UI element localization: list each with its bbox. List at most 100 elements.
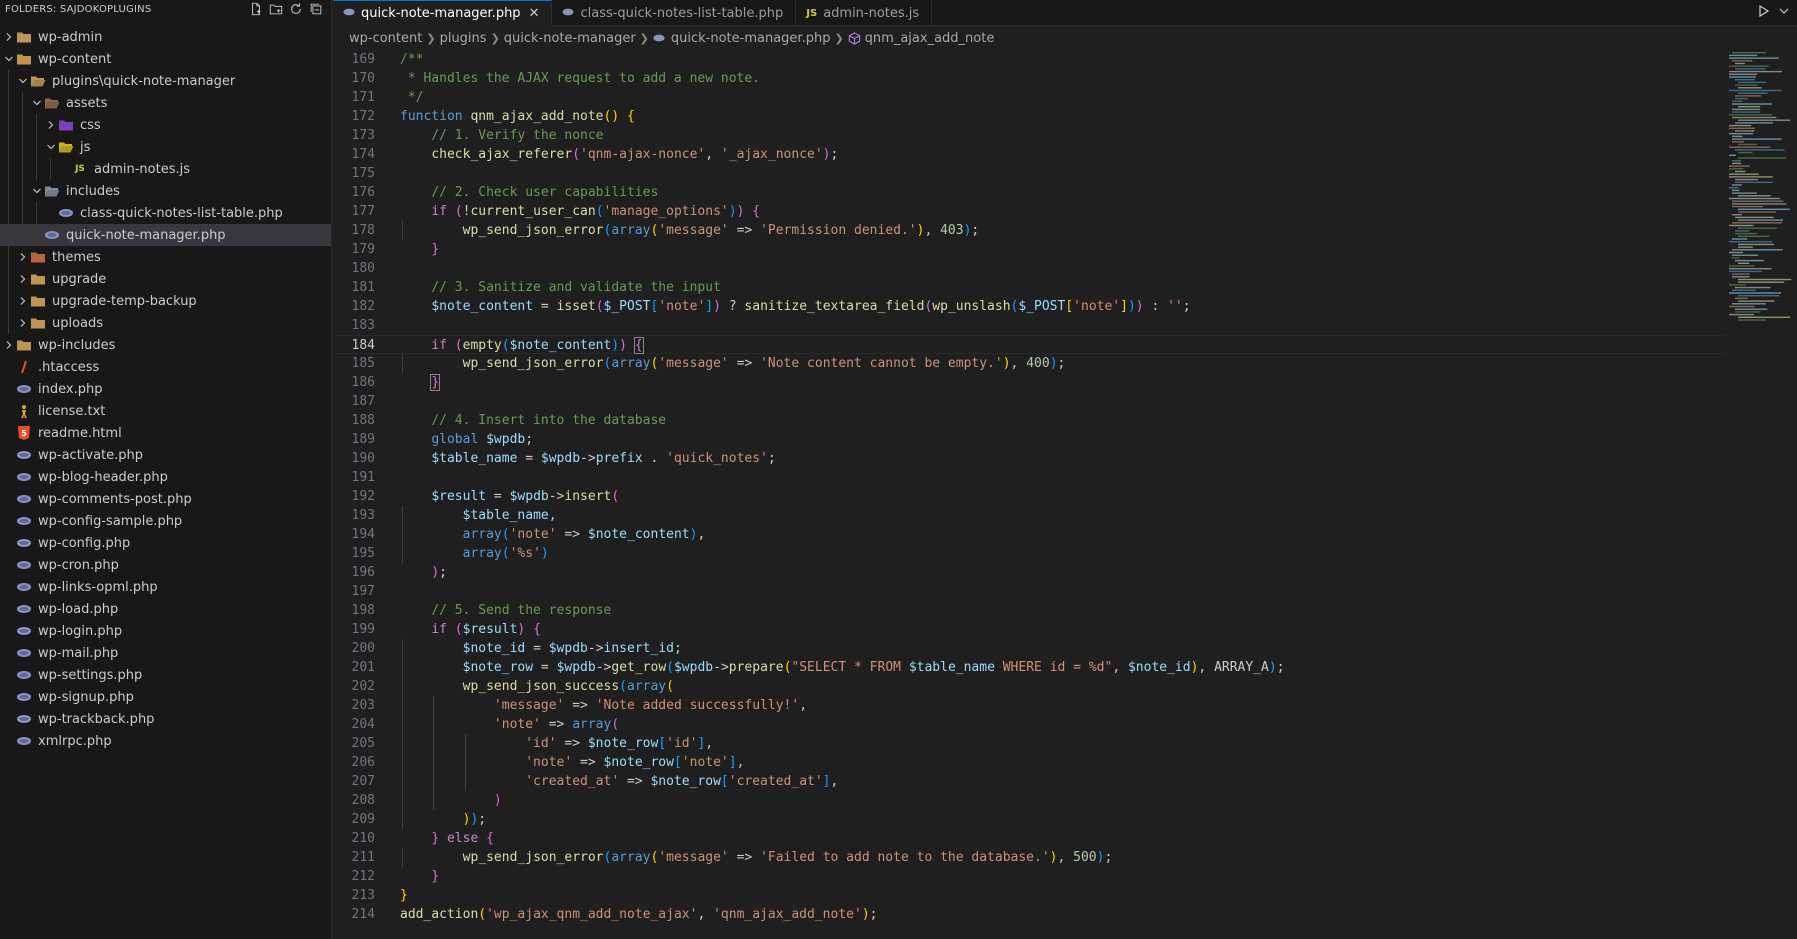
code-line[interactable]: 214 add_action('wp_ajax_qnm_add_note_ajax… <box>333 905 1725 924</box>
code-line[interactable]: 209 )); <box>333 810 1725 829</box>
tree-folder[interactable]: css <box>0 114 331 136</box>
tree-folder[interactable]: js <box>0 136 331 158</box>
chevron-right-icon[interactable] <box>44 118 58 132</box>
code-line[interactable]: 212 } <box>333 867 1725 886</box>
chevron-down-icon[interactable] <box>30 96 44 110</box>
tree-folder[interactable]: plugins\quick-note-manager <box>0 70 331 92</box>
code-line[interactable]: 213} <box>333 886 1725 905</box>
code-line[interactable]: 210 } else { <box>333 829 1725 848</box>
code-line[interactable]: 184 if (empty($note_content)) { <box>333 335 1725 354</box>
code-line[interactable]: 182 $note_content = isset($_POST['note']… <box>333 297 1725 316</box>
new-folder-icon[interactable] <box>267 0 285 18</box>
code-line[interactable]: 180 <box>333 259 1725 278</box>
tree-file[interactable]: xmlrpc.php <box>0 730 331 752</box>
code-line[interactable]: 174 check_ajax_referer('qnm-ajax-nonce',… <box>333 145 1725 164</box>
new-file-icon[interactable] <box>247 0 265 18</box>
code-line[interactable]: 178 wp_send_json_error(array('message' =… <box>333 221 1725 240</box>
tree-file[interactable]: quick-note-manager.php <box>0 224 331 246</box>
code-line[interactable]: 176 // 2. Check user capabilities <box>333 183 1725 202</box>
tree-folder[interactable]: upgrade-temp-backup <box>0 290 331 312</box>
tree-file[interactable]: index.php <box>0 378 331 400</box>
code-line[interactable]: 195 array('%s') <box>333 544 1725 563</box>
code-line[interactable]: 203 'message' => 'Note added successfull… <box>333 696 1725 715</box>
code-line[interactable]: 175 <box>333 164 1725 183</box>
chevron-right-icon[interactable] <box>16 272 30 286</box>
code-line[interactable]: 170 * Handles the AJAX request to add a … <box>333 69 1725 88</box>
breadcrumb-item[interactable]: plugins <box>440 31 487 46</box>
code-line[interactable]: 196 ); <box>333 563 1725 582</box>
code-line[interactable]: 187 <box>333 392 1725 411</box>
tree-file[interactable]: wp-load.php <box>0 598 331 620</box>
code-line[interactable]: 177 if (!current_user_can('manage_option… <box>333 202 1725 221</box>
tree-file[interactable]: wp-trackback.php <box>0 708 331 730</box>
breadcrumb-item[interactable]: quick-note-manager <box>504 31 636 46</box>
code-line[interactable]: 185 wp_send_json_error(array('message' =… <box>333 354 1725 373</box>
tree-file[interactable]: 5 readme.html <box>0 422 331 444</box>
code-line[interactable]: 211 wp_send_json_error(array('message' =… <box>333 848 1725 867</box>
code-editor[interactable]: 169 /** 170 * Handles the AJAX request to … <box>333 50 1725 939</box>
code-line[interactable]: 169 /** <box>333 50 1725 69</box>
tree-file[interactable]: wp-comments-post.php <box>0 488 331 510</box>
code-line[interactable]: 197 <box>333 582 1725 601</box>
tree-file[interactable]: JS admin-notes.js <box>0 158 331 180</box>
tree-file[interactable]: wp-links-opml.php <box>0 576 331 598</box>
tree-folder[interactable]: wp-admin <box>0 26 331 48</box>
tree-file[interactable]: wp-signup.php <box>0 686 331 708</box>
code-line[interactable]: 193 $table_name, <box>333 506 1725 525</box>
tree-file[interactable]: class-quick-notes-list-table.php <box>0 202 331 224</box>
tree-folder[interactable]: uploads <box>0 312 331 334</box>
tree-file[interactable]: wp-cron.php <box>0 554 331 576</box>
tree-file[interactable]: .htaccess <box>0 356 331 378</box>
tree-file[interactable]: wp-settings.php <box>0 664 331 686</box>
tree-file[interactable]: wp-activate.php <box>0 444 331 466</box>
code-line[interactable]: 188 // 4. Insert into the database <box>333 411 1725 430</box>
tree-folder[interactable]: wp-includes <box>0 334 331 356</box>
chevron-down-icon[interactable] <box>1779 4 1789 21</box>
code-line[interactable]: 202 wp_send_json_success(array( <box>333 677 1725 696</box>
tree-file[interactable]: wp-mail.php <box>0 642 331 664</box>
collapse-all-icon[interactable] <box>307 0 325 18</box>
code-line[interactable]: 171 */ <box>333 88 1725 107</box>
tree-file[interactable]: wp-blog-header.php <box>0 466 331 488</box>
code-line[interactable]: 173 // 1. Verify the nonce <box>333 126 1725 145</box>
tree-file[interactable]: wp-config-sample.php <box>0 510 331 532</box>
code-line[interactable]: 204 'note' => array( <box>333 715 1725 734</box>
run-icon[interactable] <box>1757 4 1771 21</box>
breadcrumb-item[interactable]: wp-content <box>349 31 422 46</box>
close-icon[interactable]: ✕ <box>529 6 540 21</box>
code-line[interactable]: 192 $result = $wpdb->insert( <box>333 487 1725 506</box>
code-line[interactable]: 190 $table_name = $wpdb->prefix . 'quick… <box>333 449 1725 468</box>
code-line[interactable]: 199 if ($result) { <box>333 620 1725 639</box>
tree-file[interactable]: license.txt <box>0 400 331 422</box>
code-line[interactable]: 172 function qnm_ajax_add_note() { <box>333 107 1725 126</box>
minimap[interactable] <box>1725 50 1797 939</box>
code-line[interactable]: 183 <box>333 316 1725 335</box>
chevron-right-icon[interactable] <box>2 30 16 44</box>
code-line[interactable]: 186 } <box>333 373 1725 392</box>
chevron-right-icon[interactable] <box>16 250 30 264</box>
code-line[interactable]: 198 // 5. Send the response <box>333 601 1725 620</box>
tab-quick-note-manager[interactable]: quick-note-manager.php ✕ <box>333 0 553 26</box>
tree-file[interactable]: wp-login.php <box>0 620 331 642</box>
tree-folder[interactable]: assets <box>0 92 331 114</box>
code-line[interactable]: 189 global $wpdb; <box>333 430 1725 449</box>
code-line[interactable]: 200 $note_id = $wpdb->insert_id; <box>333 639 1725 658</box>
chevron-right-icon[interactable] <box>2 338 16 352</box>
tree-file[interactable]: wp-config.php <box>0 532 331 554</box>
chevron-right-icon[interactable] <box>16 316 30 330</box>
tree-folder[interactable]: themes <box>0 246 331 268</box>
code-line[interactable]: 191 <box>333 468 1725 487</box>
chevron-down-icon[interactable] <box>30 184 44 198</box>
tree-folder[interactable]: upgrade <box>0 268 331 290</box>
code-line[interactable]: 201 $note_row = $wpdb->get_row($wpdb->pr… <box>333 658 1725 677</box>
chevron-down-icon[interactable] <box>44 140 58 154</box>
code-line[interactable]: 206 'note' => $note_row['note'], <box>333 753 1725 772</box>
tab-class-quick-notes-list-table[interactable]: class-quick-notes-list-table.php <box>552 0 797 26</box>
tree-folder[interactable]: wp-content <box>0 48 331 70</box>
chevron-right-icon[interactable] <box>16 294 30 308</box>
tab-admin-notes[interactable]: JS admin-notes.js <box>796 0 933 26</box>
code-line[interactable]: 181 // 3. Sanitize and validate the inpu… <box>333 278 1725 297</box>
tree-folder[interactable]: includes <box>0 180 331 202</box>
refresh-icon[interactable] <box>287 0 305 18</box>
chevron-down-icon[interactable] <box>2 52 16 66</box>
